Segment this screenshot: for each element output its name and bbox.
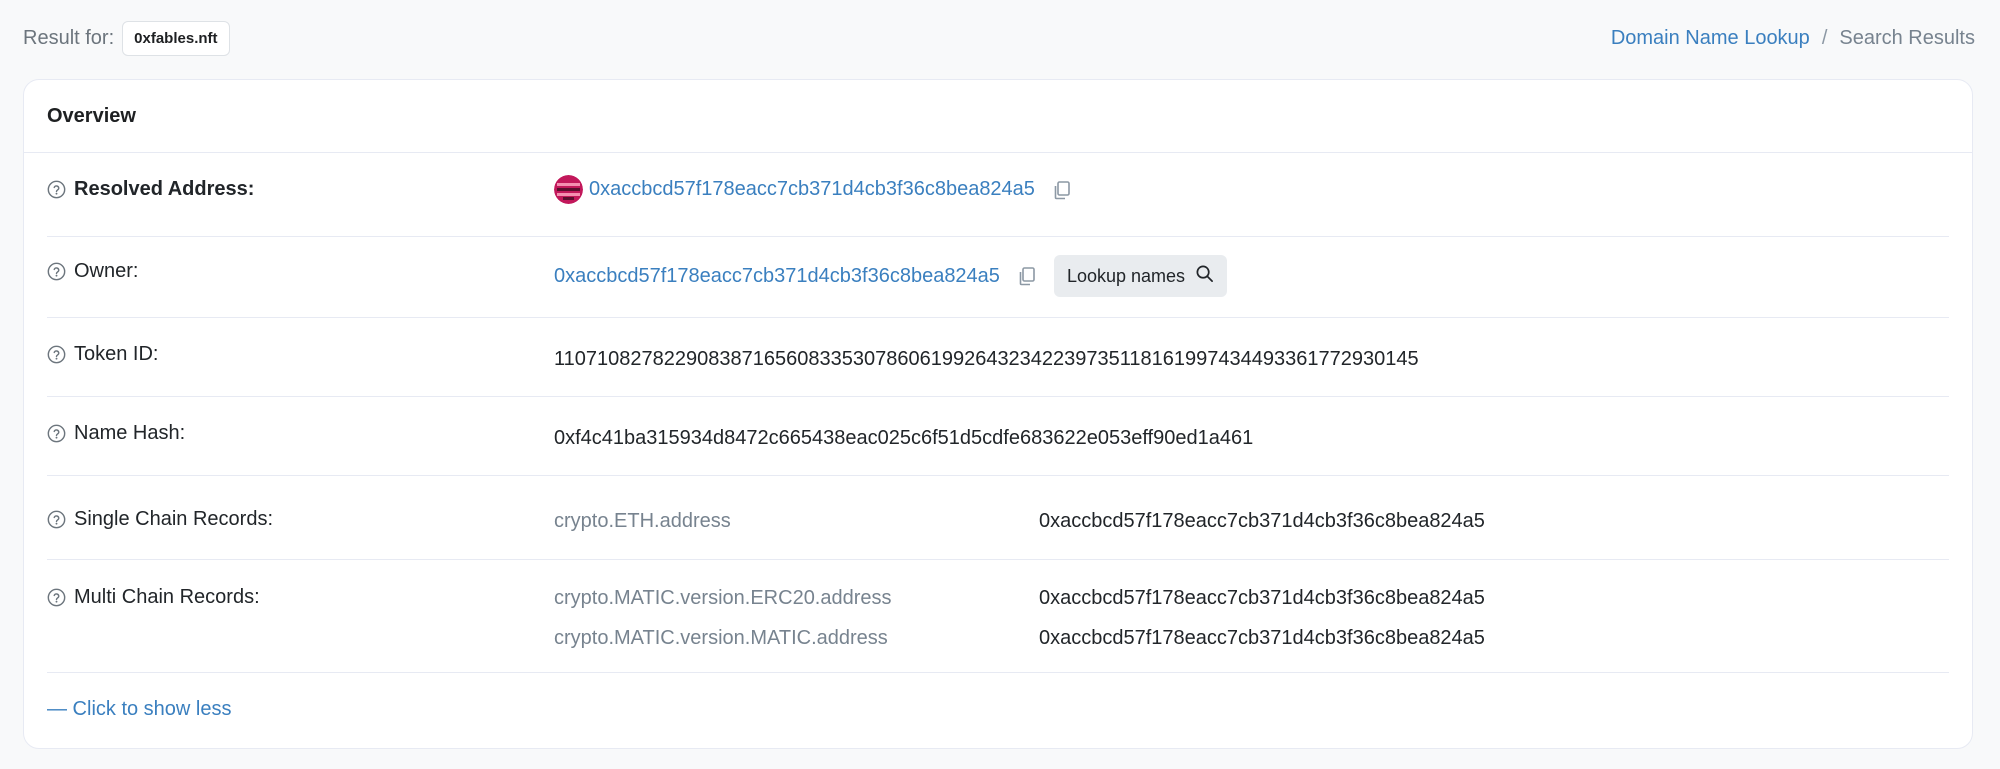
question-circle-icon[interactable]	[47, 345, 66, 364]
owner-value: 0xaccbcd57f178eacc7cb371d4cb3f36c8bea824…	[554, 255, 1228, 297]
owner-address-link[interactable]: 0xaccbcd57f178eacc7cb371d4cb3f36c8bea824…	[554, 265, 1000, 288]
resolved-address-label: Resolved Address:	[74, 178, 255, 200]
name-hash-label: Name Hash:	[74, 422, 186, 444]
token-id-label-group: Token ID:	[47, 343, 158, 366]
record-value: 0xaccbcd57f178eacc7cb371d4cb3f36c8bea824…	[1039, 627, 1485, 649]
search-icon	[1195, 264, 1214, 288]
token-id-label: Token ID:	[74, 343, 159, 365]
multi-chain-label-group: Multi Chain Records:	[47, 586, 260, 609]
resolved-address-link[interactable]: 0xaccbcd57f178eacc7cb371d4cb3f36c8bea824…	[589, 178, 1035, 201]
record-key: crypto.MATIC.version.ERC20.address	[554, 587, 892, 609]
record-key: crypto.MATIC.version.MATIC.address	[554, 627, 888, 649]
question-circle-icon[interactable]	[47, 424, 66, 443]
single-chain-label-group: Single Chain Records:	[47, 508, 273, 531]
record-key: crypto.ETH.address	[554, 510, 731, 532]
overview-card: Overview Resolved Address: 0xaccbcd57f17…	[23, 79, 1973, 749]
owner-label: Owner:	[74, 260, 139, 282]
row-owner: Owner: 0xaccbcd57f178eacc7cb371d4cb3f36c…	[47, 237, 1949, 318]
result-for: Result for: 0xfables.nft	[23, 20, 230, 56]
question-circle-icon[interactable]	[47, 262, 66, 281]
resolved-address-value: 0xaccbcd57f178eacc7cb371d4cb3f36c8bea824…	[554, 175, 1073, 204]
breadcrumb-separator: /	[1821, 26, 1828, 49]
row-name-hash: Name Hash: 0xf4c41ba315934d8472c665438ea…	[47, 397, 1949, 476]
multi-chain-label: Multi Chain Records:	[74, 586, 260, 608]
resolved-address-label-group: Resolved Address:	[47, 178, 254, 201]
copy-icon[interactable]	[1016, 265, 1038, 287]
breadcrumb: Domain Name Lookup / Search Results	[1611, 27, 1975, 50]
token-id-value: 1107108278229083871656083353078606199264…	[554, 348, 1419, 370]
record-value: 0xaccbcd57f178eacc7cb371d4cb3f36c8bea824…	[1039, 510, 1485, 532]
record-value: 0xaccbcd57f178eacc7cb371d4cb3f36c8bea824…	[1039, 587, 1485, 609]
top-bar: Result for: 0xfables.nft Domain Name Loo…	[23, 18, 1975, 58]
question-circle-icon[interactable]	[47, 180, 66, 199]
single-chain-label: Single Chain Records:	[74, 508, 273, 530]
row-single-chain-records: Single Chain Records: crypto.ETH.address…	[47, 476, 1949, 560]
row-resolved-address: Resolved Address: 0xaccbcd57f178eacc7cb3…	[47, 153, 1949, 237]
question-circle-icon[interactable]	[47, 510, 66, 529]
lookup-names-button[interactable]: Lookup names	[1053, 255, 1228, 297]
card-title: Overview	[24, 80, 1972, 153]
lookup-names-label: Lookup names	[1066, 265, 1186, 286]
row-multi-chain-records: Multi Chain Records: crypto.MATIC.versio…	[47, 560, 1949, 673]
show-less-link[interactable]: — Click to show less	[47, 698, 232, 721]
result-for-label: Result for:	[23, 26, 115, 49]
breadcrumb-current: Search Results	[1839, 26, 1975, 49]
name-hash-label-group: Name Hash:	[47, 422, 185, 445]
copy-icon[interactable]	[1051, 179, 1073, 201]
domain-chip: 0xfables.nft	[122, 20, 230, 56]
owner-label-group: Owner:	[47, 260, 138, 283]
overview-rows: Resolved Address: 0xaccbcd57f178eacc7cb3…	[24, 153, 1972, 673]
question-circle-icon[interactable]	[47, 588, 66, 607]
address-avatar	[554, 175, 583, 204]
breadcrumb-domain-name-lookup[interactable]: Domain Name Lookup	[1611, 27, 1810, 50]
row-token-id: Token ID: 110710827822908387165608335307…	[47, 318, 1949, 397]
name-hash-value: 0xf4c41ba315934d8472c665438eac025c6f51d5…	[554, 427, 1254, 449]
